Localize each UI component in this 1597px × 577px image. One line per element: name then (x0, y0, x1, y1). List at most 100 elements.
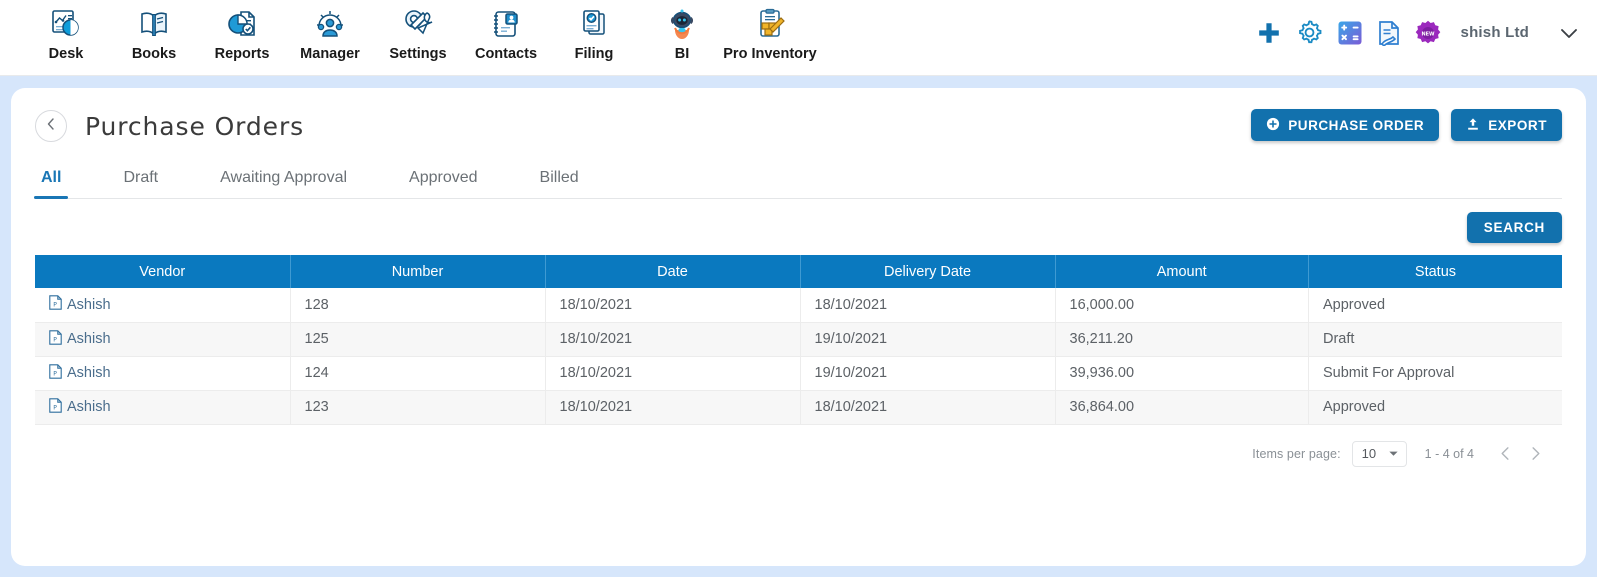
tab-billed[interactable]: Billed (536, 169, 583, 198)
header-actions: PURCHASE ORDER EXPORT (1251, 109, 1562, 141)
export-button[interactable]: EXPORT (1451, 109, 1562, 141)
table-body: P Ashish 128 18/10/2021 18/10/2021 16,00… (35, 288, 1562, 425)
search-button[interactable]: SEARCH (1466, 211, 1562, 243)
nav-label: Filing (574, 46, 614, 62)
nav-label: Reports (214, 46, 270, 62)
purchase-order-document-icon: P (49, 397, 62, 417)
cell-amount: 16,000.00 (1055, 288, 1309, 323)
new-badge-icon[interactable]: NEW (1415, 20, 1441, 46)
table-header-row: Vendor Number Date Delivery Date Amount … (35, 255, 1562, 288)
next-page-button[interactable] (1520, 439, 1550, 469)
cell-amount: 36,864.00 (1055, 390, 1309, 425)
nav-label: BI (674, 46, 690, 62)
nav-item-reports[interactable]: Reports (198, 4, 286, 62)
nav-label: Settings (389, 46, 447, 62)
nav-item-bi[interactable]: BI (638, 4, 726, 62)
page-background: Purchase Orders PURCHASE ORDER EXPORT Al… (0, 76, 1597, 577)
settings-tools-icon (398, 4, 438, 44)
content-card: Purchase Orders PURCHASE ORDER EXPORT Al… (11, 88, 1586, 566)
column-header-vendor[interactable]: Vendor (35, 255, 291, 288)
tab-draft[interactable]: Draft (119, 169, 162, 198)
tab-label: Billed (539, 169, 579, 186)
tab-approved[interactable]: Approved (405, 169, 482, 198)
page-title: Purchase Orders (85, 111, 305, 141)
svg-text:P: P (53, 302, 57, 309)
nav-item-filing[interactable]: Filing (550, 4, 638, 62)
table-row[interactable]: P Ashish 125 18/10/2021 19/10/2021 36,21… (35, 322, 1562, 357)
vendor-link[interactable]: Ashish (67, 399, 111, 415)
paginator: Items per page: 10 1 - 4 of 4 (35, 425, 1562, 483)
tab-awaiting-approval[interactable]: Awaiting Approval (216, 169, 351, 198)
items-per-page-label: Items per page: (1252, 446, 1341, 461)
calculator-icon[interactable] (1337, 20, 1363, 46)
back-button[interactable] (35, 110, 67, 142)
nav-item-pro-inventory[interactable]: Pro Inventory (723, 4, 817, 62)
top-nav-right-actions: NEW shish Ltd (1256, 19, 1581, 46)
chevron-down-icon (1388, 448, 1399, 459)
cell-number: 123 (290, 390, 546, 425)
tab-all[interactable]: All (33, 169, 69, 199)
nav-item-books[interactable]: Books (110, 4, 198, 62)
column-header-delivery-date[interactable]: Delivery Date (800, 255, 1056, 288)
nav-label: Books (131, 46, 177, 62)
plus-icon[interactable] (1256, 20, 1282, 46)
cell-number: 124 (290, 356, 546, 391)
column-header-status[interactable]: Status (1308, 255, 1562, 288)
vendor-link[interactable]: Ashish (67, 331, 111, 347)
notes-document-icon[interactable] (1377, 20, 1401, 46)
tab-label: Awaiting Approval (220, 169, 348, 186)
column-header-amount[interactable]: Amount (1055, 255, 1309, 288)
table-row[interactable]: P Ashish 123 18/10/2021 18/10/2021 36,86… (35, 390, 1562, 425)
nav-label: Pro Inventory (723, 46, 817, 62)
purchase-order-document-icon: P (49, 329, 62, 349)
nav-label: Manager (300, 46, 360, 62)
nav-item-contacts[interactable]: Contacts (462, 4, 550, 62)
vendor-link[interactable]: Ashish (67, 365, 111, 381)
column-header-number[interactable]: Number (290, 255, 546, 288)
cell-delivery-date: 19/10/2021 (800, 356, 1056, 391)
button-label: PURCHASE ORDER (1288, 117, 1425, 133)
purchase-order-document-icon: P (49, 363, 62, 383)
nav-item-manager[interactable]: Manager (286, 4, 374, 62)
top-navigation-bar: Desk Books Reports Manager Settings Cont… (0, 0, 1597, 76)
purchase-order-document-icon: P (49, 295, 62, 314)
svg-text:NEW: NEW (1421, 31, 1435, 37)
nav-item-desk[interactable]: Desk (22, 4, 110, 62)
cell-date: 18/10/2021 (545, 390, 801, 425)
cell-vendor: P Ashish (35, 322, 291, 357)
plus-circle-icon (1266, 117, 1280, 134)
svg-text:P: P (53, 370, 57, 377)
books-open-book-icon (134, 4, 174, 44)
table-header: Vendor Number Date Delivery Date Amount … (35, 255, 1562, 288)
user-account-name: shish Ltd (1460, 24, 1529, 41)
items-per-page-value: 10 (1361, 446, 1377, 461)
tab-label: All (41, 169, 62, 186)
manager-people-gear-icon (310, 4, 350, 44)
cell-status: Approved (1308, 288, 1562, 323)
cell-status: Draft (1308, 322, 1562, 357)
svg-text:P: P (53, 404, 57, 411)
cell-amount: 39,936.00 (1055, 356, 1309, 391)
tab-label: Draft (123, 169, 159, 186)
cell-status: Approved (1308, 390, 1562, 425)
gear-icon[interactable] (1296, 19, 1323, 46)
nav-label: Contacts (474, 46, 538, 62)
items-per-page-select[interactable]: 10 (1351, 440, 1407, 467)
reports-piechart-icon (222, 4, 262, 44)
chevron-down-icon[interactable] (1557, 21, 1581, 45)
add-purchase-order-button[interactable]: PURCHASE ORDER (1251, 109, 1440, 141)
purchase-orders-table: Vendor Number Date Delivery Date Amount … (35, 255, 1562, 425)
nav-item-settings[interactable]: Settings (374, 4, 462, 62)
column-header-date[interactable]: Date (545, 255, 801, 288)
cell-date: 18/10/2021 (545, 288, 801, 323)
previous-page-button[interactable] (1490, 439, 1520, 469)
table-row[interactable]: P Ashish 124 18/10/2021 19/10/2021 39,93… (35, 356, 1562, 391)
vendor-link[interactable]: Ashish (67, 297, 111, 313)
nav-label: Desk (48, 46, 84, 62)
pro-inventory-clipboard-boxes-icon (750, 4, 790, 44)
cell-number: 125 (290, 322, 546, 357)
table-row[interactable]: P Ashish 128 18/10/2021 18/10/2021 16,00… (35, 288, 1562, 323)
svg-text:P: P (53, 336, 57, 343)
cell-delivery-date: 18/10/2021 (800, 390, 1056, 425)
cell-date: 18/10/2021 (545, 322, 801, 357)
